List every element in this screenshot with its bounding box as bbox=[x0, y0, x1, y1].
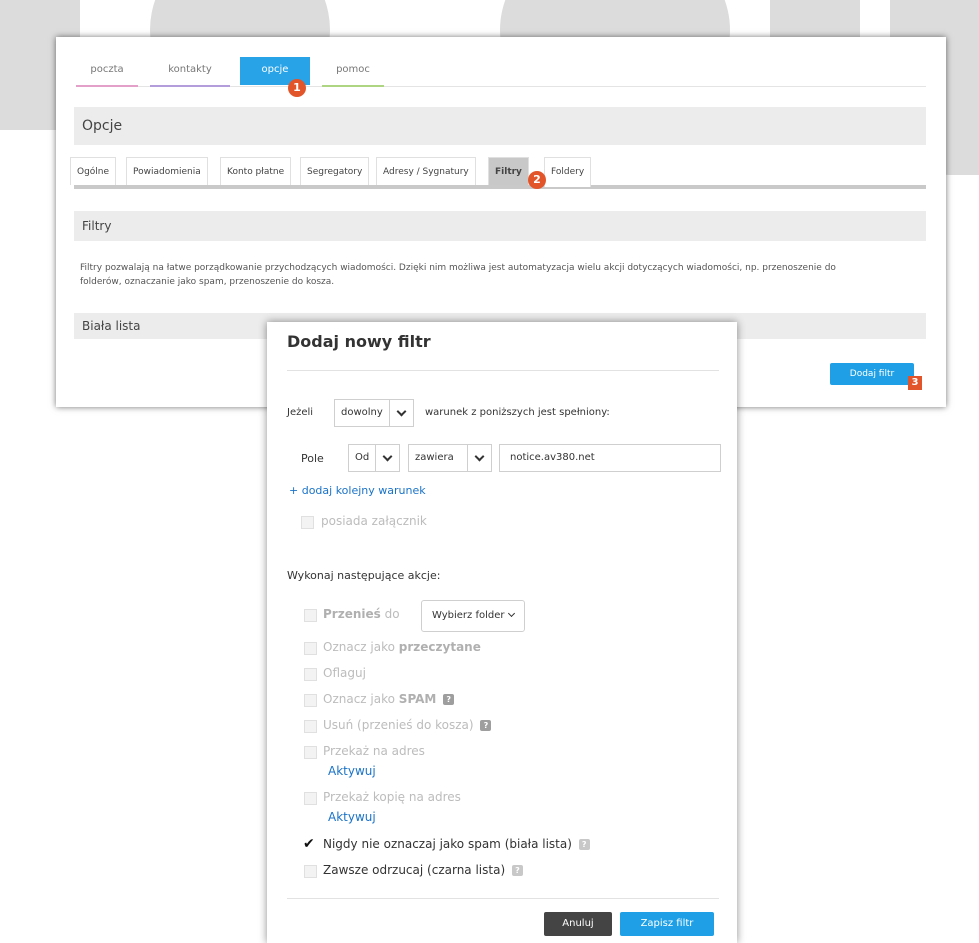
divider bbox=[287, 370, 719, 371]
mark-spam-checkbox[interactable] bbox=[304, 694, 317, 707]
condition-value-input[interactable]: notice.av380.net bbox=[499, 444, 721, 472]
flag-checkbox[interactable] bbox=[304, 668, 317, 681]
subtab-adresy-sygnatury[interactable]: Adresy / Sygnatury bbox=[376, 157, 476, 185]
tab-underline bbox=[322, 85, 384, 87]
main-nav: poczta kontakty opcje pomoc 1 bbox=[76, 57, 926, 97]
checkmark-icon[interactable]: ✔ bbox=[303, 836, 315, 852]
subtab-filtry[interactable]: Filtry bbox=[488, 157, 529, 185]
field-select-value: Od bbox=[355, 452, 370, 463]
actions-title: Wykonaj następujące akcje: bbox=[287, 569, 441, 582]
mark-read-prefix: Oznacz jako bbox=[323, 640, 395, 654]
mark-spam-prefix: Oznacz jako bbox=[323, 692, 395, 706]
always-reject-label: Zawsze odrzucaj (czarna lista) ? bbox=[323, 863, 523, 877]
field-label: Pole bbox=[301, 452, 324, 465]
add-condition-link[interactable]: + dodaj kolejny warunek bbox=[289, 484, 426, 497]
divider bbox=[287, 898, 719, 899]
delete-label-text: Usuń (przenieś do kosza) bbox=[323, 718, 474, 732]
delete-checkbox[interactable] bbox=[304, 720, 317, 733]
forward-label: Przekaż na adres bbox=[323, 744, 425, 758]
forward-checkbox[interactable] bbox=[304, 746, 317, 759]
filters-description: Filtry pozwalają na łatwe porządkowanie … bbox=[80, 263, 836, 287]
tab-label: opcje bbox=[261, 64, 289, 75]
move-label-bold: Przenieś bbox=[323, 607, 381, 621]
subtab-segregatory[interactable]: Segregatory bbox=[300, 157, 370, 185]
never-spam-label: Nigdy nie oznaczaj jako spam (biała list… bbox=[323, 837, 590, 851]
flag-label: Oflaguj bbox=[323, 666, 366, 680]
tab-label: poczta bbox=[90, 64, 124, 75]
folder-select-value: Wybierz folder bbox=[432, 610, 505, 621]
mark-spam-bold: SPAM bbox=[398, 692, 437, 706]
filters-section-title: Filtry bbox=[74, 211, 926, 241]
step-marker-2: 2 bbox=[528, 171, 546, 189]
has-attachment-label: posiada załącznik bbox=[321, 514, 427, 528]
always-reject-text: Zawsze odrzucaj (czarna lista) bbox=[323, 863, 506, 877]
help-icon[interactable]: ? bbox=[480, 720, 492, 731]
dialog-title: Dodaj nowy filtr bbox=[287, 332, 431, 351]
operator-select-value: zawiera bbox=[415, 452, 454, 463]
mark-read-bold: przeczytane bbox=[398, 640, 481, 654]
field-select[interactable]: Od bbox=[348, 444, 400, 472]
help-icon[interactable]: ? bbox=[511, 865, 523, 876]
forward-copy-label: Przekaż kopię na adres bbox=[323, 790, 461, 804]
subtab-konto-platne[interactable]: Konto płatne bbox=[220, 157, 292, 185]
step-marker-1: 1 bbox=[288, 79, 306, 97]
match-select[interactable]: dowolny bbox=[334, 399, 414, 427]
activate-forward-copy-link[interactable]: Aktywuj bbox=[328, 810, 376, 824]
tab-label: pomoc bbox=[336, 64, 370, 75]
help-icon[interactable]: ? bbox=[578, 839, 590, 850]
chevron-down-icon bbox=[375, 445, 399, 471]
delete-label: Usuń (przenieś do kosza) ? bbox=[323, 718, 492, 732]
tab-underline bbox=[150, 85, 230, 87]
subtab-powiadomienia[interactable]: Powiadomienia bbox=[126, 157, 208, 185]
if-label: Jeżeli bbox=[287, 407, 314, 418]
forward-copy-checkbox[interactable] bbox=[304, 792, 317, 805]
operator-select[interactable]: zawiera bbox=[408, 444, 492, 472]
step-marker-3: 3 bbox=[908, 376, 922, 390]
save-filter-button[interactable]: Zapisz filtr bbox=[620, 912, 714, 936]
options-subtabs: Ogólne Powiadomienia Konto płatne Segreg… bbox=[70, 155, 926, 189]
folder-select[interactable]: Wybierz folder bbox=[421, 600, 526, 632]
always-reject-checkbox[interactable] bbox=[304, 865, 317, 878]
mark-read-label: Oznacz jako przeczytane bbox=[323, 640, 481, 654]
chevron-down-icon bbox=[389, 400, 413, 426]
move-label-rest: do bbox=[384, 607, 400, 621]
match-select-value: dowolny bbox=[341, 407, 383, 418]
mark-read-checkbox[interactable] bbox=[304, 642, 317, 655]
has-attachment-checkbox[interactable] bbox=[301, 516, 314, 529]
subtab-ogolne[interactable]: Ogólne bbox=[70, 157, 117, 185]
move-checkbox[interactable] bbox=[304, 609, 317, 622]
chevron-down-icon bbox=[508, 609, 516, 618]
tab-underline bbox=[76, 85, 138, 87]
never-spam-text: Nigdy nie oznaczaj jako spam (biała list… bbox=[323, 837, 572, 851]
condition-text: warunek z poniższych jest spełniony: bbox=[425, 407, 610, 418]
chevron-down-icon bbox=[467, 445, 491, 471]
add-filter-dialog: Dodaj nowy filtr Jeżeli dowolny warunek … bbox=[267, 322, 737, 943]
tab-kontakty[interactable]: kontakty bbox=[150, 57, 230, 87]
cancel-button[interactable]: Anuluj bbox=[544, 912, 612, 936]
tab-pomoc[interactable]: pomoc bbox=[322, 57, 384, 87]
subtab-foldery[interactable]: Foldery bbox=[544, 157, 592, 187]
help-icon[interactable]: ? bbox=[443, 694, 455, 705]
page-title: Opcje bbox=[74, 107, 926, 145]
move-label: Przenieś do bbox=[323, 607, 400, 621]
tab-poczta[interactable]: poczta bbox=[76, 57, 138, 87]
add-filter-button[interactable]: Dodaj filtr bbox=[830, 363, 914, 385]
tab-label: kontakty bbox=[168, 64, 212, 75]
activate-forward-link[interactable]: Aktywuj bbox=[328, 764, 376, 778]
mark-spam-label: Oznacz jako SPAM ? bbox=[323, 692, 455, 706]
